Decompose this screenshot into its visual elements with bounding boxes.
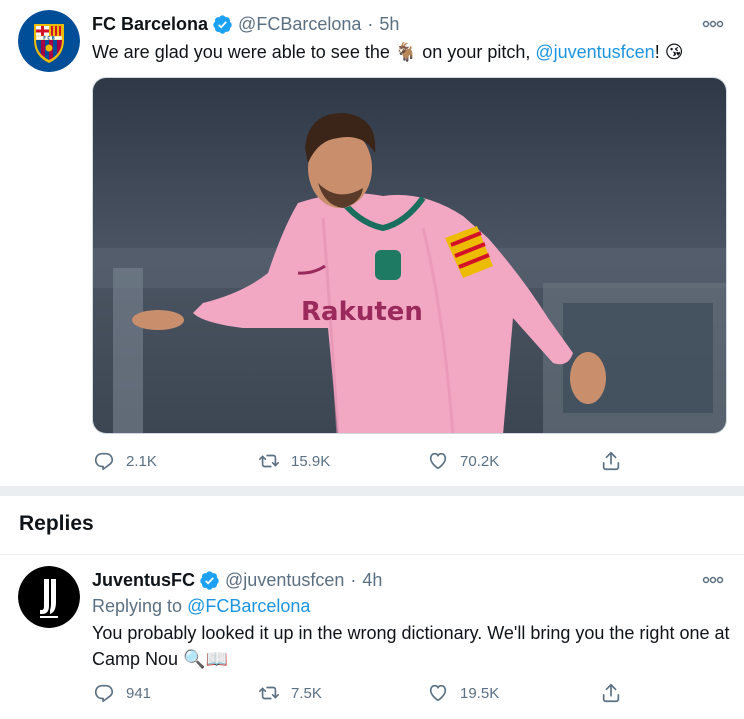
player-photo-image: Rakuten — [93, 78, 726, 433]
replying-to-context: Replying to @FCBarcelona — [92, 596, 310, 617]
tweet-text-part: on your pitch, — [417, 42, 536, 62]
verified-badge-icon — [199, 570, 220, 591]
more-options-icon[interactable] — [700, 572, 726, 588]
retweet-button[interactable]: 15.9K — [258, 450, 330, 472]
author-display-name[interactable]: JuventusFC — [92, 570, 195, 591]
reply-tweet-header: JuventusFC @juventusfcen · 4h — [92, 570, 382, 591]
like-count: 70.2K — [460, 452, 500, 470]
reply-count: 941 — [126, 684, 152, 702]
tweet-text: We are glad you were able to see the 🐐 o… — [92, 39, 732, 65]
tweet-photo[interactable]: Rakuten — [92, 77, 727, 434]
reply-button[interactable]: 2.1K — [93, 450, 157, 472]
svg-text:F C B: F C B — [43, 35, 55, 40]
tweet-timestamp[interactable]: 5h — [379, 14, 399, 35]
share-icon — [602, 683, 620, 703]
share-icon — [602, 451, 620, 471]
author-display-name[interactable]: FC Barcelona — [92, 14, 208, 35]
juventus-logo-icon — [18, 566, 80, 628]
mention-link[interactable]: @juventusfcen — [535, 42, 654, 62]
goat-emoji: 🐐 — [394, 42, 418, 62]
fcbarcelona-avatar[interactable]: F C B — [18, 10, 80, 72]
verified-badge-icon — [212, 14, 233, 35]
like-count: 19.5K — [460, 684, 500, 702]
replies-section-header: Replies — [0, 496, 744, 555]
share-button[interactable] — [600, 682, 633, 704]
retweet-icon — [259, 454, 279, 468]
reply-icon — [94, 684, 114, 703]
author-handle[interactable]: @juventusfcen — [225, 570, 344, 591]
tweet-timestamp[interactable]: 4h — [362, 570, 382, 591]
reply-tweet[interactable]: JuventusFC @juventusfcen · 4h Replying t… — [0, 556, 744, 719]
main-tweet-header: FC Barcelona @FCBarcelona · 5h — [92, 14, 399, 35]
magnifier-emoji: 🔍 — [183, 649, 206, 669]
tweet-text-part: We are glad you were able to see the — [92, 42, 395, 62]
like-button[interactable]: 19.5K — [427, 682, 499, 704]
reply-icon — [94, 452, 114, 471]
more-options-icon[interactable] — [700, 16, 726, 32]
main-tweet[interactable]: F C B FC Barcelona @FCBarcelona · 5h We … — [0, 0, 744, 486]
like-button[interactable]: 70.2K — [427, 450, 499, 472]
heart-icon — [429, 684, 447, 702]
kiss-emoji: 😘 — [664, 42, 684, 62]
jersey-sponsor-text: Rakuten — [301, 297, 423, 327]
replies-title: Replies — [19, 512, 94, 535]
reply-button[interactable]: 941 — [93, 682, 151, 704]
replying-to-label: Replying to — [92, 596, 188, 616]
retweet-count: 7.5K — [291, 684, 322, 702]
replying-to-mention[interactable]: @FCBarcelona — [187, 596, 310, 616]
tweet-text-part: ! — [654, 42, 665, 62]
heart-icon — [429, 452, 447, 470]
reply-count: 2.1K — [126, 452, 157, 470]
book-emoji: 📖 — [205, 649, 228, 669]
separator-dot: · — [350, 570, 357, 590]
juventus-avatar[interactable] — [18, 566, 80, 628]
separator-dot: · — [367, 14, 374, 34]
reply-text: You probably looked it up in the wrong d… — [92, 620, 732, 672]
author-handle[interactable]: @FCBarcelona — [238, 14, 361, 35]
section-separator — [0, 486, 744, 496]
retweet-button[interactable]: 7.5K — [258, 682, 322, 704]
share-button[interactable] — [600, 450, 633, 472]
retweet-icon — [259, 686, 279, 700]
retweet-count: 15.9K — [291, 452, 331, 470]
fcb-crest-icon: F C B — [18, 10, 80, 72]
